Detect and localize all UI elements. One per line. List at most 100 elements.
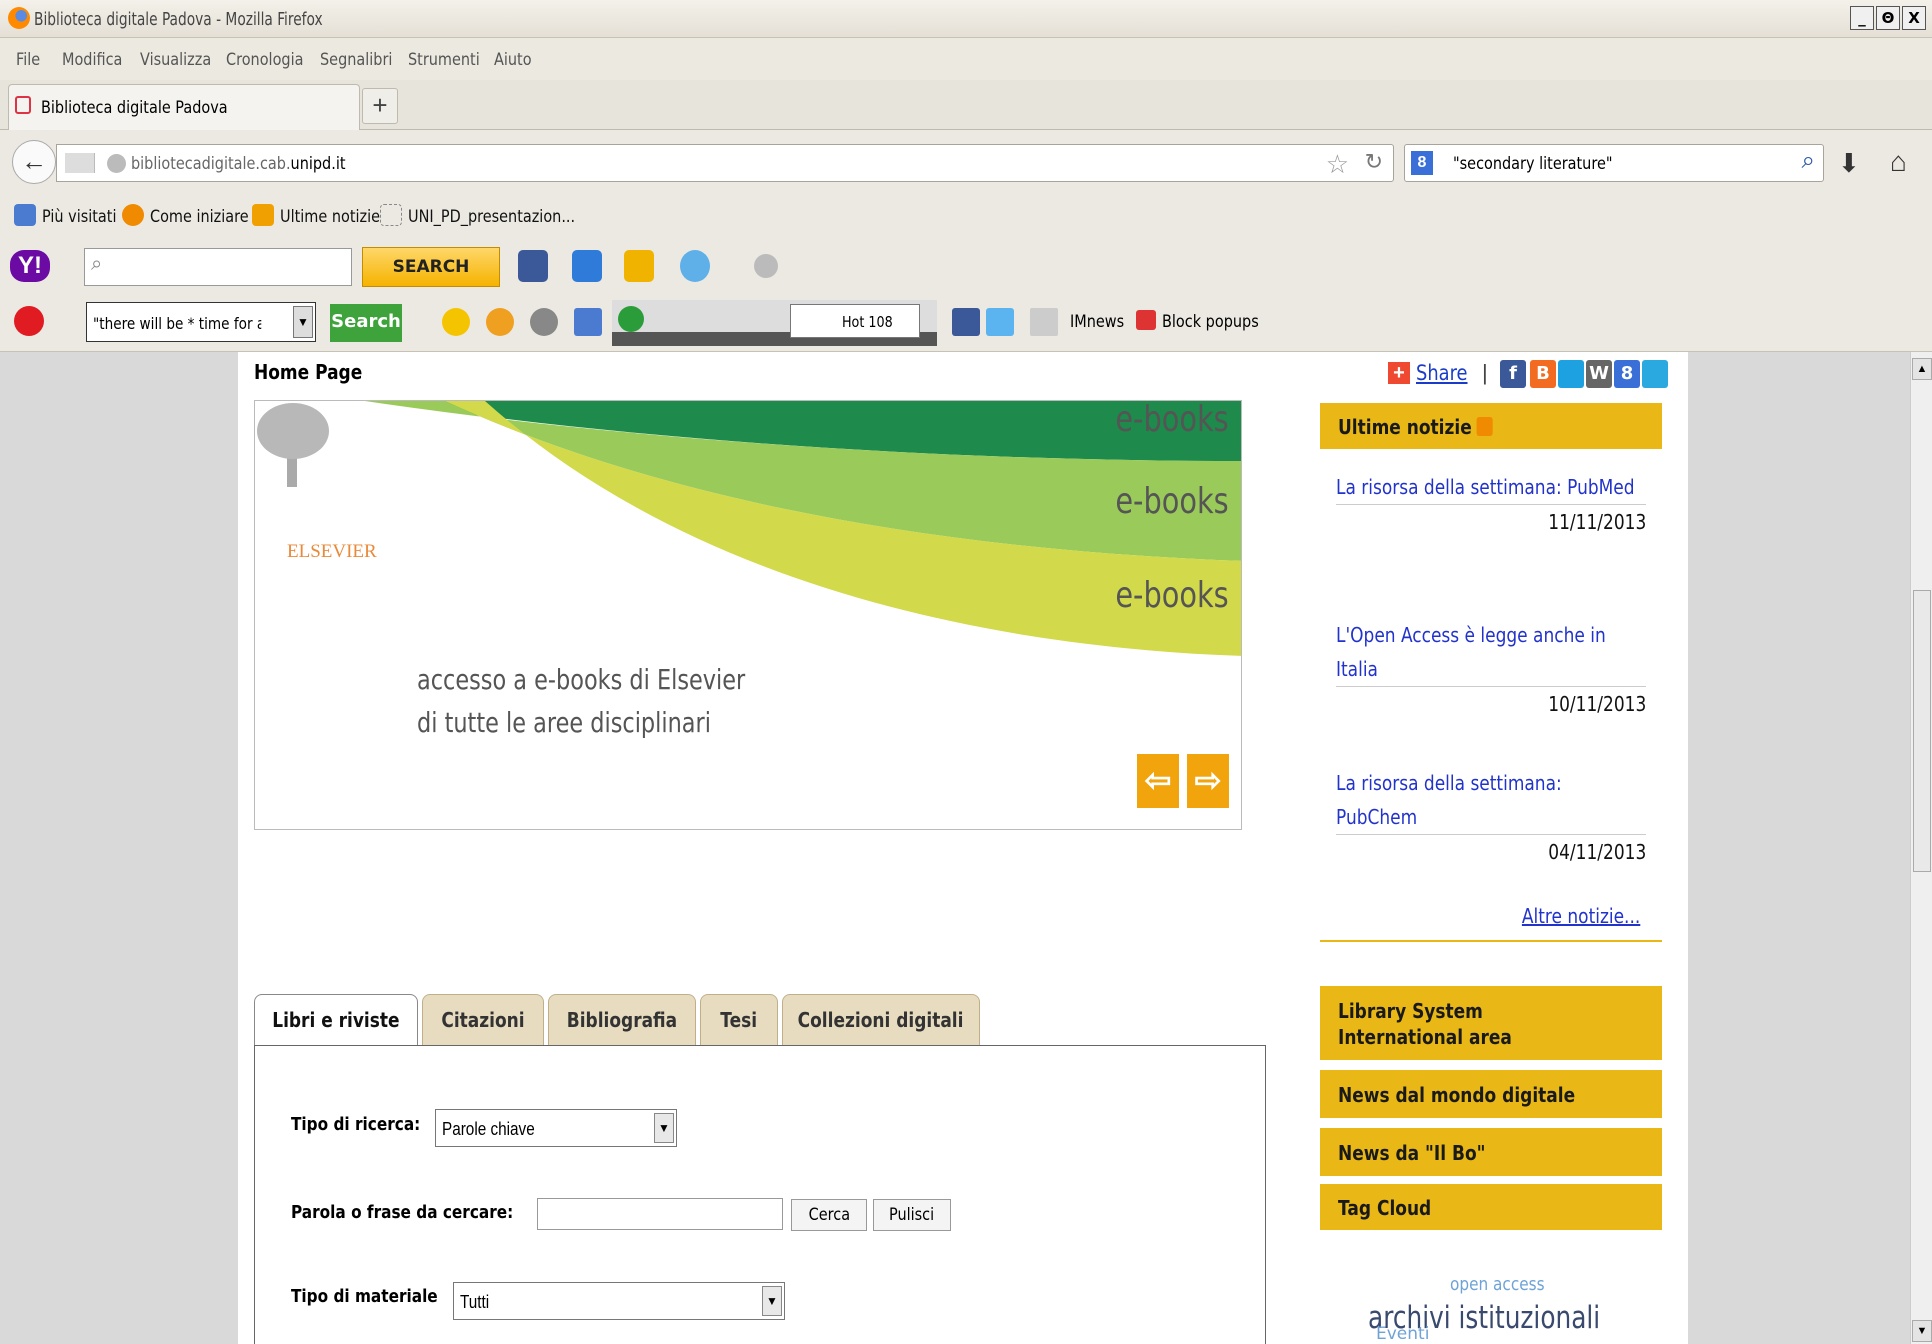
- home-icon[interactable]: ⌂: [1890, 146, 1907, 178]
- new-tab-button[interactable]: +: [362, 88, 398, 124]
- box-tag-cloud[interactable]: Tag Cloud: [1320, 1184, 1662, 1230]
- imnews-link[interactable]: IMnews: [1070, 312, 1124, 332]
- share-link[interactable]: Share: [1416, 361, 1468, 385]
- elsevier-brand: ELSEVIER: [287, 541, 377, 562]
- materiale-label: Tipo di materiale: [291, 1286, 438, 1307]
- chat-bubble-icon[interactable]: [14, 306, 44, 336]
- twitter-icon[interactable]: [986, 308, 1014, 336]
- addon-search-input[interactable]: "there will be * time for a hund ▼: [86, 302, 316, 342]
- tab-bibliografia[interactable]: Bibliografia: [548, 994, 696, 1046]
- news-title[interactable]: La risorsa della settimana: PubMed: [1336, 470, 1642, 504]
- menu-modifica[interactable]: Modifica: [62, 50, 122, 70]
- scroll-up-icon[interactable]: ▲: [1912, 358, 1932, 380]
- box-tag-cloud-label: Tag Cloud: [1338, 1196, 1432, 1220]
- navigation-bar: ← bibliotecadigitale.cab.unipd.it ☆ ↻ 8 …: [0, 130, 1932, 192]
- ebook-word: e-books: [1115, 575, 1229, 616]
- pulisci-button[interactable]: Pulisci: [873, 1199, 951, 1231]
- bookmark-ultime-notizie[interactable]: Ultime notizie: [280, 207, 380, 227]
- rss-icon: [252, 204, 274, 226]
- settings-gear-icon[interactable]: [754, 254, 778, 278]
- slider-prev-button[interactable]: ⇦: [1137, 754, 1179, 808]
- twitter-icon[interactable]: [1642, 360, 1668, 388]
- banner-slider: ELSEVIER e-books e-books e-books accesso…: [254, 400, 1242, 830]
- bookmark-piu-visitati[interactable]: Più visitati: [42, 207, 116, 227]
- scroll-down-icon[interactable]: ▼: [1912, 1320, 1932, 1342]
- news-heading-box: Ultime notizie: [1320, 403, 1662, 449]
- facebook-icon[interactable]: f: [1500, 360, 1526, 388]
- blogger-icon[interactable]: B: [1530, 360, 1556, 388]
- menu-cronologia[interactable]: Cronologia: [226, 50, 303, 70]
- menu-strumenti[interactable]: Strumenti: [408, 50, 480, 70]
- rss-icon[interactable]: [1476, 417, 1493, 436]
- tab-tesi[interactable]: Tesi: [700, 994, 778, 1046]
- back-button[interactable]: ←: [12, 140, 56, 184]
- menu-aiuto[interactable]: Aiuto: [494, 50, 532, 70]
- weather-icon[interactable]: [680, 250, 710, 282]
- search-query: "secondary literature": [1453, 154, 1613, 174]
- news-icon: [1030, 308, 1058, 336]
- tab-collezioni-digitali[interactable]: Collezioni digitali: [782, 994, 980, 1046]
- minimize-button[interactable]: _: [1850, 6, 1874, 30]
- addon-search-button[interactable]: Search: [330, 304, 402, 342]
- banner-waves: [255, 401, 1241, 656]
- yahoo-search-button[interactable]: SEARCH: [362, 247, 500, 287]
- search-icon[interactable]: ⌕: [1802, 147, 1815, 175]
- slide-caption-line1: accesso a e-books di Elsevier: [417, 663, 746, 696]
- tipo-ricerca-select[interactable]: Parole chiave ▼: [435, 1109, 677, 1147]
- bookmark-star-icon[interactable]: ☆: [1326, 149, 1349, 180]
- menu-segnalibri[interactable]: Segnalibri: [320, 50, 392, 70]
- maximize-button[interactable]: Θ: [1876, 6, 1900, 30]
- mail-icon[interactable]: [572, 250, 602, 282]
- facebook-icon[interactable]: [952, 308, 980, 336]
- download-icon[interactable]: ⬇: [1838, 148, 1860, 179]
- reload-icon[interactable]: ↻: [1365, 149, 1383, 175]
- scrollbar-thumb[interactable]: [1913, 590, 1931, 872]
- chevron-down-icon[interactable]: ▼: [293, 306, 313, 338]
- site-identity-icon[interactable]: [65, 153, 95, 173]
- notepad-icon[interactable]: [624, 250, 654, 282]
- bookmark-come-iniziare[interactable]: Come iniziare: [150, 207, 249, 227]
- bookmark-uni-pd[interactable]: UNI_PD_presentazion...: [408, 207, 575, 227]
- slider-next-button[interactable]: ⇨: [1187, 754, 1229, 808]
- play-icon[interactable]: [618, 306, 644, 332]
- box-news-il-bo[interactable]: News da "Il Bo": [1320, 1128, 1662, 1176]
- box-news-mondo-digitale[interactable]: News dal mondo digitale: [1320, 1070, 1662, 1118]
- hot-dropdown[interactable]: Hot 108: [790, 304, 920, 338]
- screen-icon[interactable]: [574, 308, 602, 336]
- yahoo-search-input[interactable]: ⌕: [84, 248, 352, 286]
- close-button[interactable]: X: [1902, 6, 1926, 30]
- share-plus-icon[interactable]: +: [1388, 362, 1410, 384]
- menu-visualizza[interactable]: Visualizza: [140, 50, 211, 70]
- tipo-ricerca-label: Tipo di ricerca:: [291, 1114, 421, 1135]
- block-popups-icon: [1136, 310, 1156, 330]
- url-bar[interactable]: bibliotecadigitale.cab.unipd.it ☆ ↻: [56, 144, 1394, 182]
- url-text: bibliotecadigitale.cab.unipd.it: [131, 154, 346, 174]
- news-title[interactable]: L'Open Access è legge anche in Italia: [1336, 618, 1642, 686]
- tab-libri-e-riviste[interactable]: Libri e riviste: [254, 994, 418, 1047]
- cerca-button[interactable]: Cerca: [791, 1199, 867, 1231]
- materiale-select[interactable]: Tutti ▼: [453, 1282, 785, 1320]
- wordpress-icon[interactable]: W: [1586, 360, 1612, 388]
- google-icon[interactable]: 8: [1614, 360, 1640, 388]
- delicious-icon[interactable]: [1558, 360, 1584, 388]
- facebook-icon[interactable]: [518, 250, 548, 282]
- menu-bar: File Modifica Visualizza Cronologia Segn…: [0, 38, 1932, 80]
- menu-file[interactable]: File: [16, 50, 40, 70]
- tab-citazioni[interactable]: Citazioni: [422, 994, 544, 1046]
- yahoo-logo-icon[interactable]: Y!: [10, 250, 50, 282]
- parola-input[interactable]: [537, 1198, 783, 1230]
- browser-tab[interactable]: Biblioteca digitale Padova: [8, 84, 360, 130]
- more-news-link[interactable]: Altre notizie...: [1522, 904, 1640, 928]
- box-library-international[interactable]: Library System International area: [1320, 986, 1662, 1060]
- emoticons-icon[interactable]: [486, 308, 514, 336]
- vertical-scrollbar[interactable]: ▲ ▼: [1910, 352, 1932, 1344]
- tab-label: Biblioteca digitale Padova: [41, 98, 228, 118]
- search-engine-icon[interactable]: 8: [1411, 151, 1433, 175]
- block-popups-link[interactable]: Block popups: [1162, 312, 1259, 332]
- games-icon[interactable]: [530, 308, 558, 336]
- search-bar[interactable]: 8 "secondary literature" ⌕: [1404, 144, 1824, 182]
- smiley-icon[interactable]: [442, 308, 470, 336]
- news-date: 04/11/2013: [1336, 834, 1646, 869]
- news-title[interactable]: La risorsa della settimana: PubChem: [1336, 766, 1642, 834]
- chevron-down-icon: ▼: [654, 1113, 674, 1143]
